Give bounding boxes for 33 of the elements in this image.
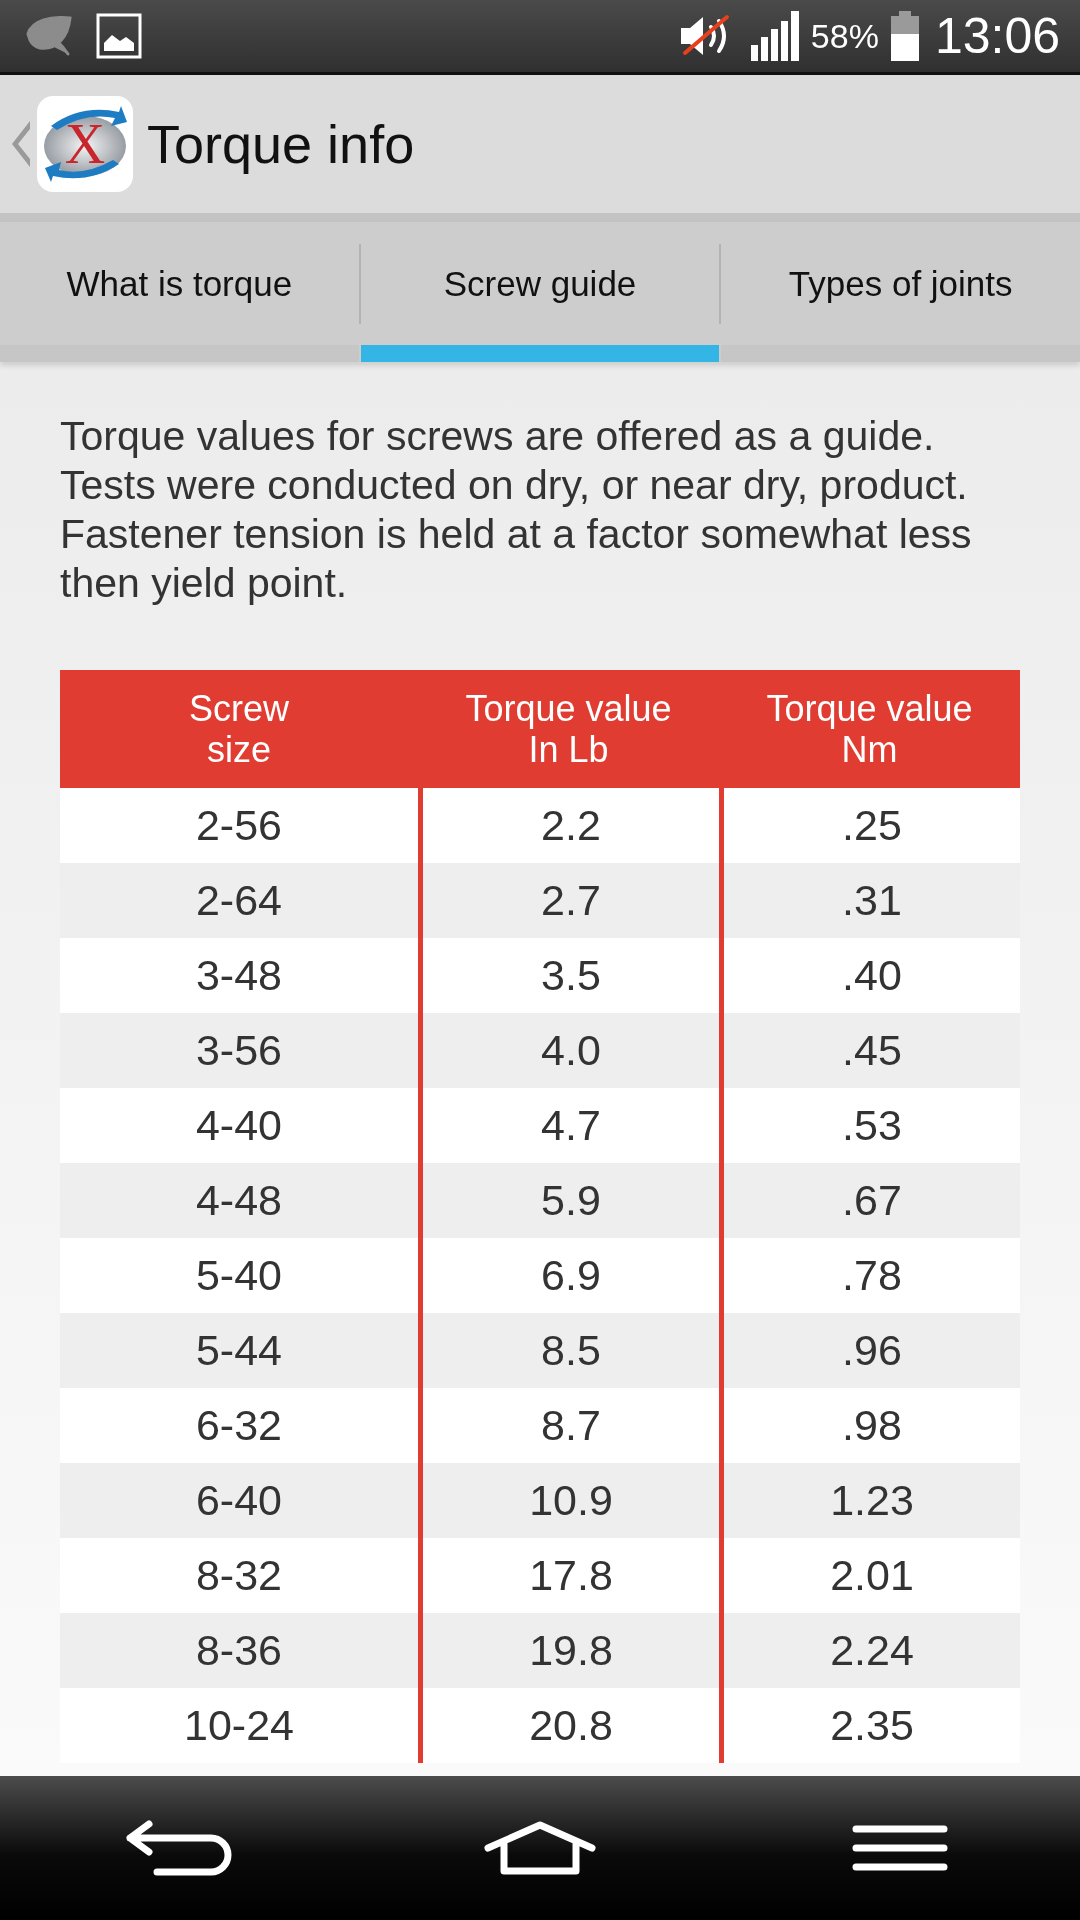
leaf-icon bbox=[26, 16, 72, 56]
table-cell-text: 6-32 bbox=[194, 1400, 284, 1451]
signal-icon bbox=[750, 11, 799, 61]
table-cell: 20.8 bbox=[418, 1688, 719, 1763]
tab[interactable]: Screw guide bbox=[360, 222, 720, 362]
column-header: Torque value Nm bbox=[765, 687, 974, 772]
intro-paragraph: Torque values for screws are offered as a guide. Tests were conducted on dry, or near dry, product. Fastener tension is held at a factor somewhat less then yield point. bbox=[60, 412, 973, 608]
table-cell-text: 3-48 bbox=[194, 950, 284, 1001]
table-cell-text: 5-44 bbox=[194, 1325, 284, 1376]
table-cell-text: 5-40 bbox=[194, 1250, 284, 1301]
battery-percent: 58% bbox=[810, 16, 879, 56]
app-logo[interactable]: X bbox=[37, 96, 133, 192]
table-cell-text: 8-32 bbox=[194, 1550, 284, 1601]
table-cell: 2.35 bbox=[719, 1688, 1020, 1763]
table-cell-text: 4-48 bbox=[194, 1175, 284, 1226]
battery-icon bbox=[890, 11, 919, 61]
logo-letter: X bbox=[64, 116, 106, 172]
table-cell-text: 10-24 bbox=[183, 1700, 295, 1751]
table-cell-text: 4-40 bbox=[194, 1100, 284, 1151]
table-cell-text: 2-64 bbox=[194, 875, 284, 926]
column-header: Screw size bbox=[188, 687, 290, 772]
tab[interactable]: What is torque bbox=[0, 222, 359, 362]
menu-icon[interactable] bbox=[852, 1824, 948, 1872]
clock: 13:06 bbox=[934, 7, 1060, 65]
app-title: Torque info bbox=[147, 113, 415, 175]
column-header: Torque value In Lb bbox=[464, 687, 673, 772]
table-cell-text: 2-56 bbox=[194, 800, 284, 851]
image-icon bbox=[96, 13, 142, 59]
home-icon[interactable] bbox=[484, 1820, 596, 1876]
table-cell-text: 3-56 bbox=[194, 1025, 284, 1076]
table-cell-text: 6-40 bbox=[194, 1475, 284, 1526]
table-cell-text: 8-36 bbox=[194, 1625, 284, 1676]
tab[interactable]: Types of joints bbox=[721, 222, 1080, 362]
